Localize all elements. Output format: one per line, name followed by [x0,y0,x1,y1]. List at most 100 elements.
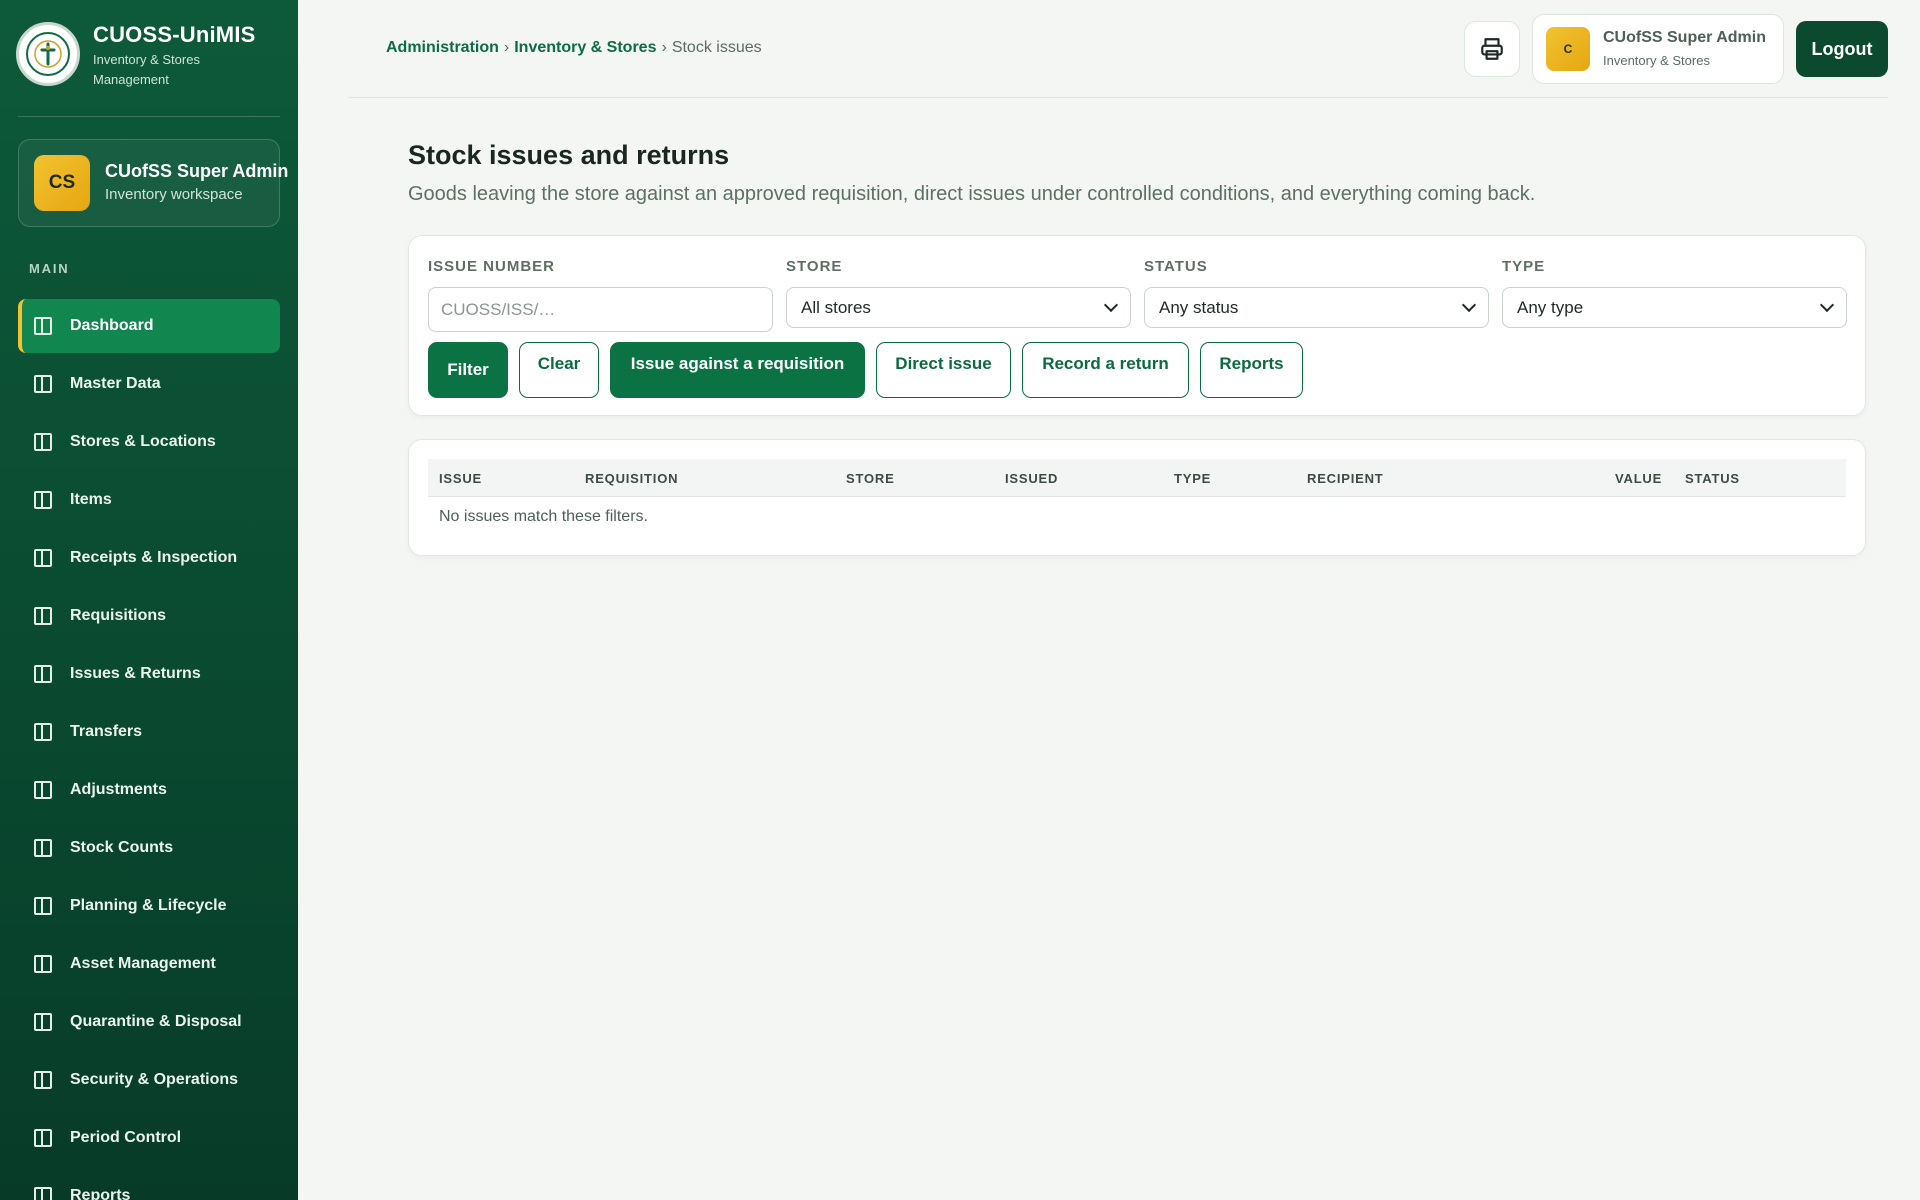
column-header-requisition[interactable]: REQUISITION [585,471,678,486]
avatar: C [1546,27,1590,71]
breadcrumb-separator: › [661,39,667,56]
sidebar-item-dashboard[interactable]: Dashboard [18,299,280,353]
breadcrumb-inventory-stores[interactable]: Inventory & Stores [514,39,656,56]
sidebar-user-name: CUofSS Super Admin [105,161,289,181]
sidebar-item-label: Period Control [70,1129,182,1146]
panel-icon [34,781,52,799]
panel-icon [34,375,52,393]
store-select-value: All stores [801,297,871,317]
status-field: STATUS Any status [1144,258,1489,328]
panel-icon [34,1129,52,1147]
printer-icon [1481,38,1503,60]
type-select-value: Any type [1517,297,1584,317]
panel-icon [34,491,52,509]
store-field: STORE All stores [786,258,1131,328]
filter-card: ISSUE NUMBER STORE All stores STATUS Any… [408,235,1866,416]
column-header-recipient[interactable]: RECIPIENT [1307,471,1384,486]
column-header-issue[interactable]: ISSUE [439,471,482,486]
sidebar-nav: Dashboard Master Data Stores & Locations… [0,299,298,1200]
sidebar-item-items[interactable]: Items [18,473,280,527]
sidebar-item-label: Dashboard [70,317,154,334]
sidebar-item-security-operations[interactable]: Security & Operations [18,1053,280,1107]
sidebar-user-card: CS CUofSS Super Admin Inventory workspac… [18,139,288,227]
chevron-down-icon [1819,297,1835,313]
table-header: ISSUE REQUISITION STORE ISSUED TYPE RECI… [428,459,1846,497]
profile-chip[interactable]: C CUofSS Super Admin Inventory & Stores [1532,14,1784,84]
column-header-type[interactable]: TYPE [1174,471,1211,486]
column-header-store[interactable]: STORE [846,471,895,486]
panel-icon [34,1013,52,1031]
sidebar-item-label: Reports [70,1187,131,1200]
sidebar-item-label: Stores & Locations [70,433,216,450]
university-logo-icon [16,22,80,86]
status-select-value: Any status [1159,297,1239,317]
sidebar-item-asset-management[interactable]: Asset Management [18,937,280,991]
page-description: Goods leaving the store against an appro… [408,183,1536,205]
sidebar-item-planning-lifecycle[interactable]: Planning & Lifecycle [18,879,280,933]
filter-button[interactable]: Filter [428,342,508,398]
panel-icon [34,607,52,625]
type-select[interactable]: Any type [1502,287,1847,328]
direct-issue-button[interactable]: Direct issue [876,342,1011,398]
status-label: STATUS [1144,258,1208,275]
sidebar-item-label: Quarantine & Disposal [70,1013,242,1030]
panel-icon [34,433,52,451]
issue-against-requisition-button[interactable]: Issue against a requisition [610,342,865,398]
panel-icon [34,549,52,567]
sidebar-item-requisitions[interactable]: Requisitions [18,589,280,643]
breadcrumb: Administration › Inventory & Stores › Stock … [386,39,762,57]
sidebar-section-label: MAIN [29,261,70,276]
sidebar-item-stock-counts[interactable]: Stock Counts [18,821,280,875]
chevron-down-icon [1103,297,1119,313]
breadcrumb-administration[interactable]: Administration [386,39,499,56]
brand-title: CUOSS-UniMIS [93,22,256,47]
store-select[interactable]: All stores [786,287,1131,328]
sidebar-item-label: Asset Management [70,955,216,972]
status-select[interactable]: Any status [1144,287,1489,328]
record-return-button[interactable]: Record a return [1022,342,1189,398]
sidebar-item-adjustments[interactable]: Adjustments [18,763,280,817]
sidebar-item-master-data[interactable]: Master Data [18,357,280,411]
issue-number-field: ISSUE NUMBER [428,258,773,332]
reports-button[interactable]: Reports [1200,342,1303,398]
column-header-status[interactable]: STATUS [1685,471,1740,486]
top-bar: Administration › Inventory & Stores › Stock … [348,0,1888,98]
print-button[interactable] [1464,21,1520,77]
column-header-value[interactable]: VALUE [1615,471,1662,486]
sidebar-item-issues-returns[interactable]: Issues & Returns [18,647,280,701]
sidebar-item-receipts-inspection[interactable]: Receipts & Inspection [18,531,280,585]
sidebar-item-transfers[interactable]: Transfers [18,705,280,759]
sidebar-divider [18,116,280,117]
panel-icon [34,723,52,741]
sidebar-item-quarantine-disposal[interactable]: Quarantine & Disposal [18,995,280,1049]
chevron-down-icon [1461,297,1477,313]
avatar: CS [34,155,90,211]
sidebar-item-label: Adjustments [70,781,167,798]
page-title: Stock issues and returns [408,140,730,170]
profile-name: CUofSS Super Admin [1603,28,1766,46]
panel-icon [34,839,52,857]
breadcrumb-separator: › [503,39,510,56]
column-header-issued[interactable]: ISSUED [1005,471,1058,486]
sidebar-item-label: Transfers [70,723,143,740]
sidebar-item-label: Issues & Returns [70,665,201,682]
sidebar-item-label: Requisitions [70,607,167,624]
panel-icon [34,665,52,683]
table-empty-message: No issues match these filters. [439,508,648,525]
issue-number-input[interactable] [428,287,773,332]
filter-actions: Filter Clear Issue against a requisition… [428,342,1314,398]
sidebar-item-period-control[interactable]: Period Control [18,1111,280,1165]
sidebar-item-label: Security & Operations [70,1071,239,1088]
clear-button[interactable]: Clear [519,342,599,398]
sidebar-user-role: Inventory workspace [105,186,243,203]
sidebar-item-label: Items [70,491,112,508]
logout-button[interactable]: Logout [1796,21,1888,77]
brand-subtitle: Inventory & Stores Management [93,52,200,87]
panel-icon [34,955,52,973]
sidebar-item-stores-locations[interactable]: Stores & Locations [18,415,280,469]
sidebar-item-reports[interactable]: Reports [18,1169,280,1200]
panel-icon [34,1071,52,1089]
panel-icon [34,897,52,915]
sidebar-item-label: Stock Counts [70,839,174,856]
issue-number-label: ISSUE NUMBER [428,258,556,275]
